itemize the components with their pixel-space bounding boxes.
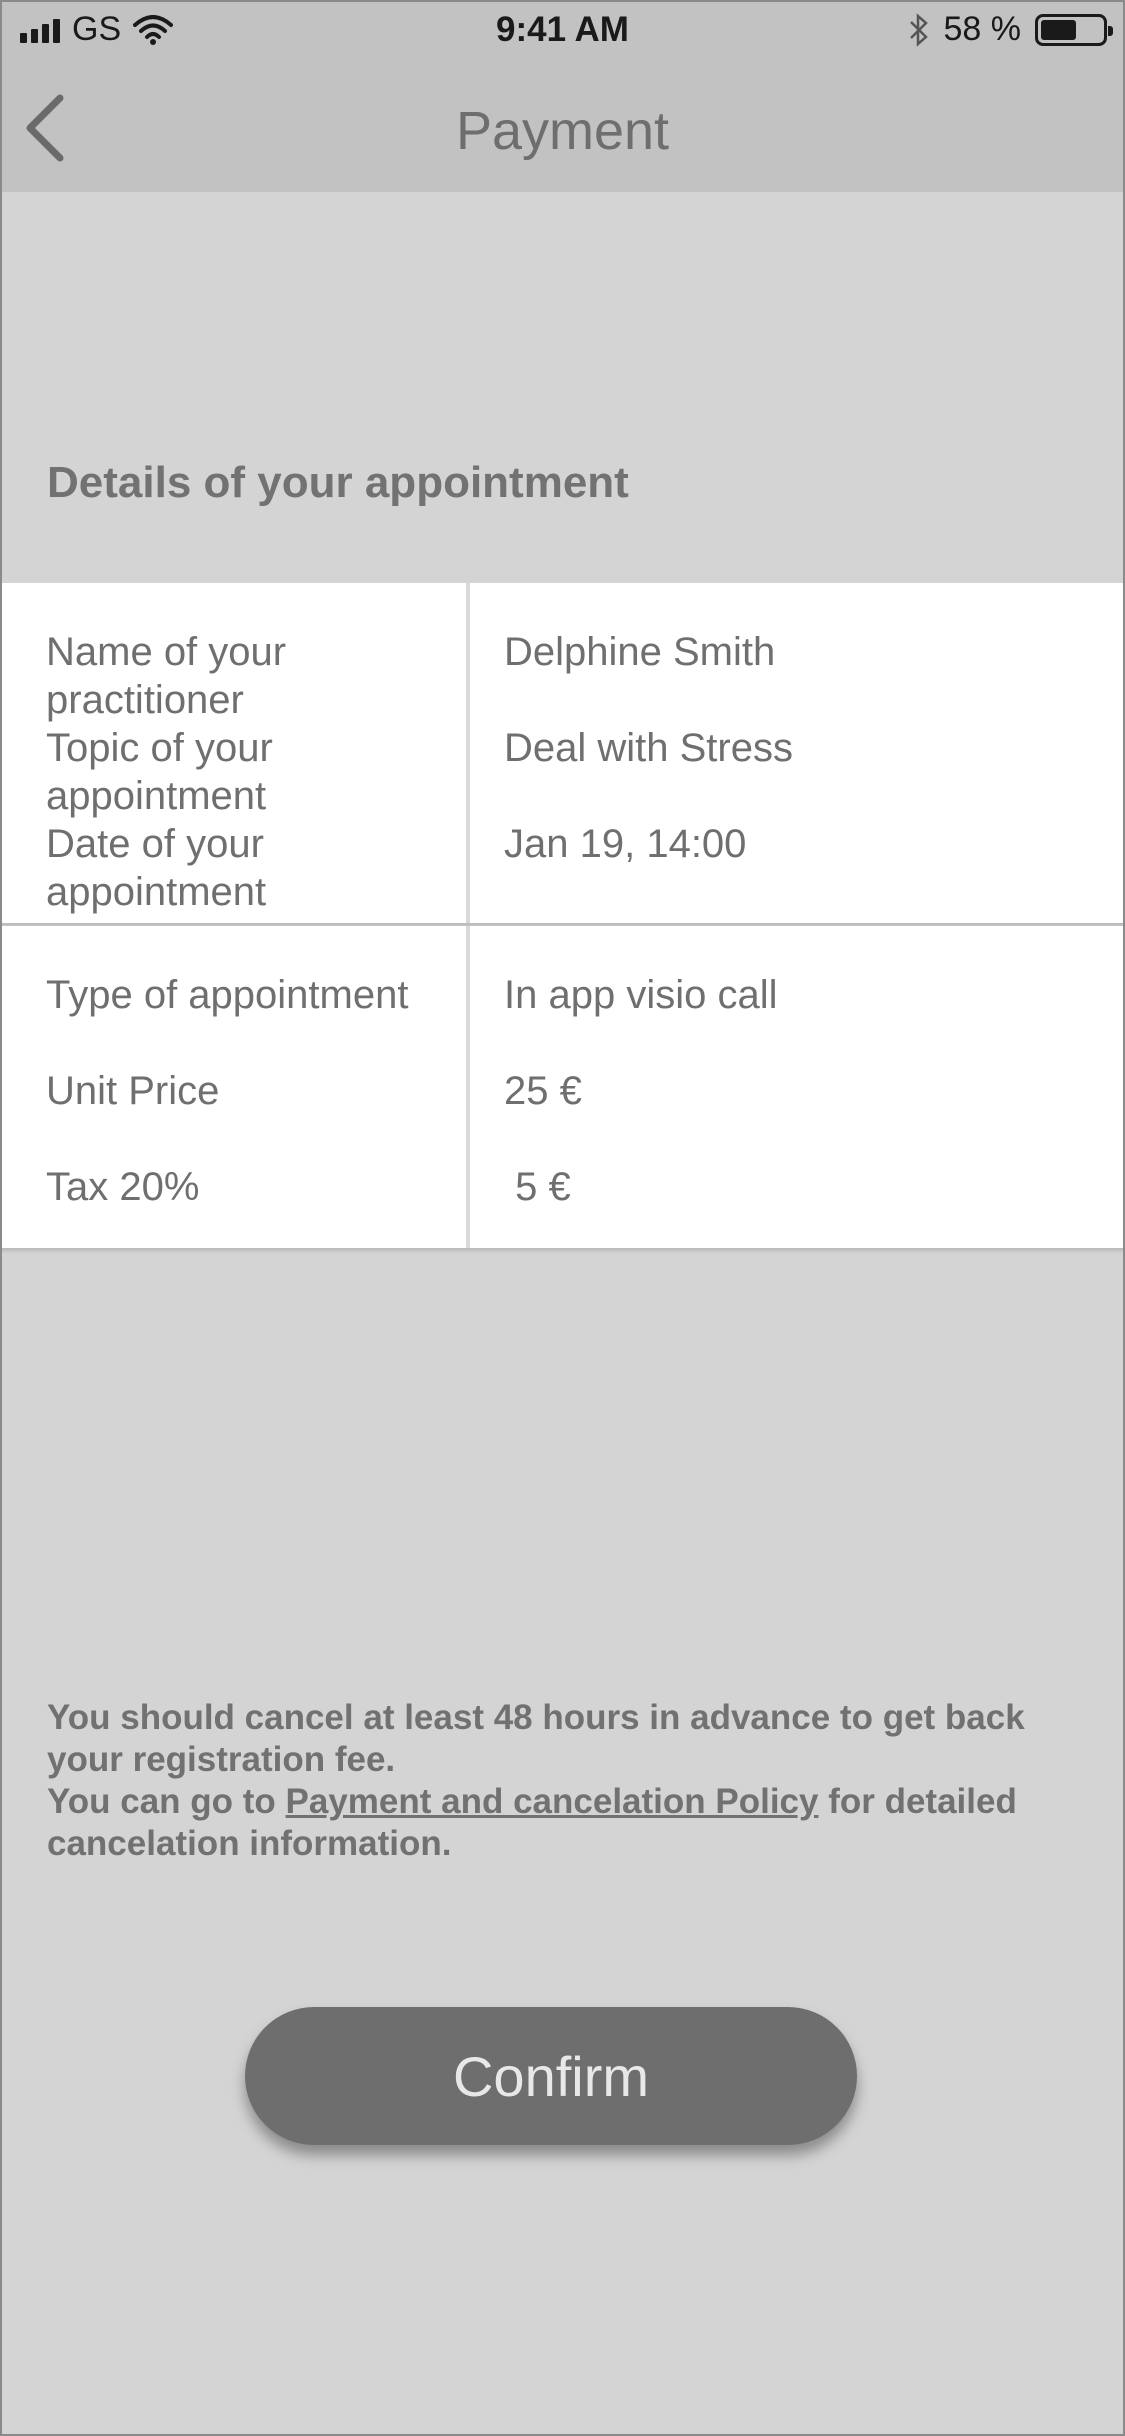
screen-border xyxy=(0,0,1125,2436)
